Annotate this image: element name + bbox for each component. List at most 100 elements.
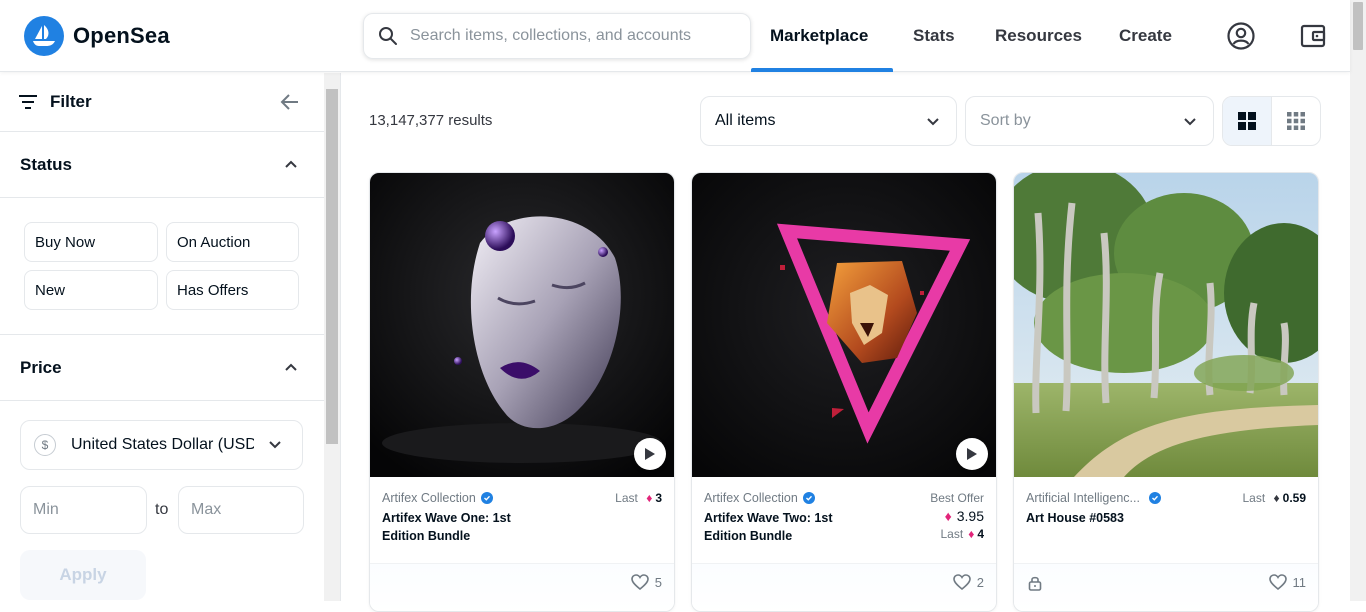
sort-dropdown-value: Sort by bbox=[980, 112, 1031, 129]
items-dropdown-value: All items bbox=[715, 112, 776, 129]
play-button[interactable] bbox=[956, 438, 988, 470]
collection-label: Artifex Collection bbox=[382, 491, 476, 505]
price-min-field[interactable] bbox=[20, 486, 147, 534]
chevron-up-icon bbox=[285, 160, 297, 168]
last-value: 4 bbox=[977, 527, 984, 541]
search-icon bbox=[379, 27, 397, 45]
card-footer: 11 bbox=[1014, 563, 1318, 611]
collection-name[interactable]: Artifex Collection bbox=[704, 491, 815, 505]
apply-button[interactable]: Apply bbox=[20, 550, 146, 600]
like-button[interactable]: 2 bbox=[952, 574, 984, 590]
top-header: OpenSea Marketplace Stats Resources Crea… bbox=[0, 0, 1350, 72]
opensea-boat-icon bbox=[24, 16, 64, 56]
price-value: 0.59 bbox=[1282, 491, 1306, 505]
price-info: Last ♦ 3 bbox=[615, 491, 662, 505]
like-button[interactable]: 5 bbox=[630, 574, 662, 590]
nft-card[interactable]: Artifex Collection Artifex Wave One: 1st… bbox=[369, 172, 675, 612]
price-title: Price bbox=[20, 358, 62, 377]
status-section-header[interactable]: Status bbox=[0, 132, 324, 198]
chevron-down-icon bbox=[1184, 118, 1196, 126]
collapse-arrow-icon[interactable] bbox=[280, 93, 300, 111]
status-title: Status bbox=[20, 155, 72, 174]
eth-icon: ♦ bbox=[968, 527, 975, 541]
heart-icon bbox=[952, 574, 971, 590]
nft-card[interactable]: Artificial Intelligenc... Art House #058… bbox=[1013, 172, 1319, 612]
search-bar[interactable] bbox=[363, 13, 751, 59]
nft-image-chrome-mask[interactable] bbox=[370, 173, 674, 477]
chevron-up-icon bbox=[285, 363, 297, 371]
nft-image-forest-painting[interactable] bbox=[1014, 173, 1318, 477]
filter-sidebar: Filter Status Buy Now On Auction New Has… bbox=[0, 73, 324, 601]
card-footer: 2 bbox=[692, 563, 996, 611]
nft-card[interactable]: Artifex Collection Artifex Wave Two: 1st… bbox=[691, 172, 997, 612]
verified-badge-icon bbox=[1148, 492, 1161, 504]
sidebar-scrollbar[interactable] bbox=[324, 73, 341, 601]
collection-name[interactable]: Artifex Collection bbox=[382, 491, 493, 505]
collection-name[interactable]: Artificial Intelligenc... bbox=[1026, 491, 1161, 505]
page-scrollbar-thumb[interactable] bbox=[1353, 2, 1363, 50]
currency-select[interactable]: $ United States Dollar (USD) bbox=[20, 420, 303, 470]
like-count: 11 bbox=[1292, 574, 1307, 590]
eth-icon: ♦ bbox=[646, 491, 653, 505]
opensea-logo[interactable]: OpenSea bbox=[24, 16, 170, 56]
nav-resources[interactable]: Resources bbox=[995, 0, 1082, 72]
heart-icon bbox=[630, 574, 649, 590]
price-label: Last bbox=[1242, 491, 1266, 505]
price-value: 3.95 bbox=[956, 508, 984, 524]
status-on-auction[interactable]: On Auction bbox=[166, 222, 299, 262]
like-button[interactable]: 11 bbox=[1268, 574, 1307, 590]
price-info: Last ♦ 0.59 bbox=[1242, 491, 1306, 505]
price-value: 3 bbox=[655, 491, 662, 505]
nft-image-lion[interactable] bbox=[692, 173, 996, 477]
small-grid-icon bbox=[1286, 112, 1305, 130]
wallet-icon[interactable] bbox=[1298, 21, 1328, 51]
chevron-down-icon bbox=[927, 118, 939, 126]
active-nav-underline bbox=[751, 68, 893, 72]
nft-name[interactable]: Artifex Wave One: 1st Edition Bundle bbox=[382, 509, 552, 545]
sidebar-scrollbar-thumb[interactable] bbox=[326, 89, 338, 444]
account-icon[interactable] bbox=[1226, 21, 1256, 51]
play-icon bbox=[967, 448, 977, 460]
price-max-input[interactable] bbox=[191, 501, 291, 519]
dollar-icon: $ bbox=[34, 434, 56, 456]
nft-name[interactable]: Artifex Wave Two: 1st Edition Bundle bbox=[704, 509, 874, 545]
lock-icon bbox=[1028, 576, 1042, 591]
sort-dropdown[interactable]: Sort by bbox=[965, 96, 1214, 146]
last-label: Last bbox=[940, 527, 964, 541]
status-new[interactable]: New bbox=[24, 270, 158, 310]
large-grid-icon bbox=[1237, 112, 1256, 130]
verified-badge-icon bbox=[802, 492, 815, 504]
collection-label: Artifex Collection bbox=[704, 491, 798, 505]
play-button[interactable] bbox=[634, 438, 666, 470]
filter-header: Filter bbox=[0, 73, 324, 132]
nft-name[interactable]: Art House #0583 bbox=[1026, 509, 1196, 527]
nav-create[interactable]: Create bbox=[1119, 0, 1172, 72]
price-label: Best Offer bbox=[930, 491, 984, 505]
verified-badge-icon bbox=[480, 492, 493, 504]
items-dropdown[interactable]: All items bbox=[700, 96, 957, 146]
heart-icon bbox=[1268, 574, 1287, 590]
results-count: 13,147,377 results bbox=[369, 112, 493, 129]
nav-marketplace[interactable]: Marketplace bbox=[770, 0, 868, 72]
nav-stats[interactable]: Stats bbox=[913, 0, 955, 72]
status-buy-now[interactable]: Buy Now bbox=[24, 222, 158, 262]
card-footer: 5 bbox=[370, 563, 674, 611]
chevron-down-icon bbox=[269, 441, 281, 449]
large-grid-button[interactable] bbox=[1223, 97, 1272, 145]
price-min-input[interactable] bbox=[33, 501, 133, 519]
page-scrollbar[interactable] bbox=[1350, 0, 1366, 601]
price-info: Best Offer ♦ 3.95 Last ♦ 4 bbox=[930, 491, 984, 541]
eth-icon: ♦ bbox=[944, 508, 952, 524]
view-toggle bbox=[1222, 96, 1321, 146]
status-options: Buy Now On Auction New Has Offers bbox=[0, 198, 324, 335]
status-has-offers[interactable]: Has Offers bbox=[166, 270, 299, 310]
price-section-header[interactable]: Price bbox=[0, 335, 324, 401]
price-max-field[interactable] bbox=[178, 486, 304, 534]
small-grid-button[interactable] bbox=[1272, 97, 1321, 145]
search-input[interactable] bbox=[410, 27, 730, 45]
eth-icon: ♦ bbox=[1273, 491, 1280, 505]
like-count: 5 bbox=[654, 574, 662, 590]
to-label: to bbox=[155, 501, 169, 518]
filter-label: Filter bbox=[50, 92, 92, 111]
price-label: Last bbox=[615, 491, 638, 505]
